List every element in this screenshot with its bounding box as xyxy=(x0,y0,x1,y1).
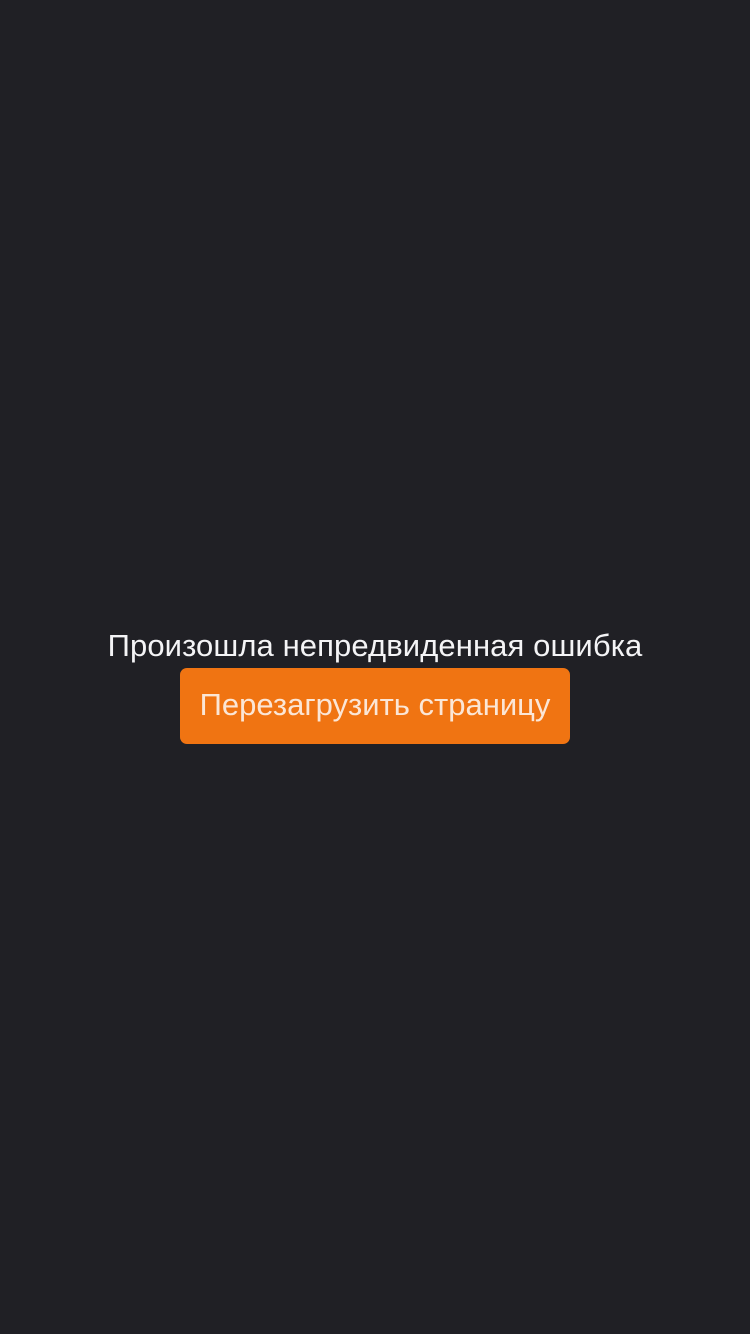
error-block: Произошла непредвиденная ошибка Перезагр… xyxy=(108,628,643,744)
error-message: Произошла непредвиденная ошибка xyxy=(107,628,643,663)
reload-page-button[interactable]: Перезагрузить страницу xyxy=(179,668,571,744)
error-screen: Произошла непредвиденная ошибка Перезагр… xyxy=(0,0,750,1334)
